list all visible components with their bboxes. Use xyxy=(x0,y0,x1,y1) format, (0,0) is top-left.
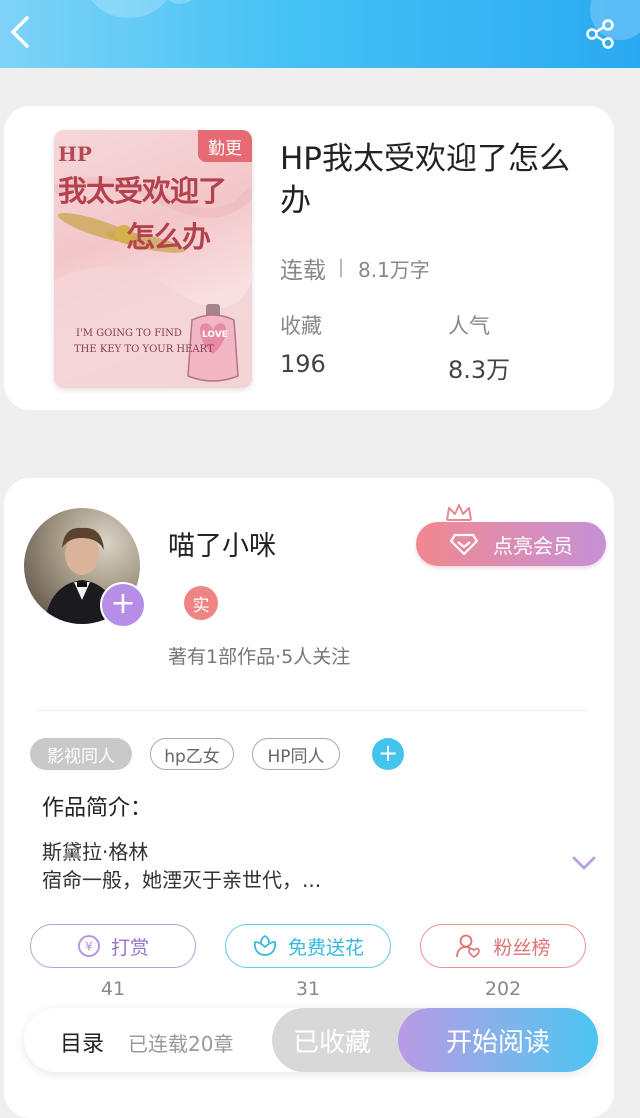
bottom-action-bar: 目录 已连载20章 已收藏 开始阅读 xyxy=(24,1008,598,1072)
book-info-card: 勤更 HP 我太受欢迎了 怎么办 I'M GOING TO FIND THE K… xyxy=(4,106,614,410)
fan-count: 202 xyxy=(484,978,522,1000)
cover-tagline-line1: I'M GOING TO FIND xyxy=(76,328,182,339)
intro-text-line1: 斯黛拉·格林 xyxy=(42,840,149,864)
popularity-label: 人气 xyxy=(448,314,490,338)
cover-title-line1: 我太受欢迎了 xyxy=(58,174,227,208)
update-badge: 勤更 xyxy=(198,130,252,162)
vip-membership-button[interactable]: 点亮会员 xyxy=(416,522,606,566)
diamond-icon xyxy=(449,533,479,556)
fan-ranking-label: 粉丝榜 xyxy=(493,936,551,959)
back-button[interactable] xyxy=(0,8,40,56)
chapter-count: 已连载20章 xyxy=(128,1032,234,1056)
send-flower-button[interactable]: 免费送花 xyxy=(225,924,391,968)
table-of-contents-button[interactable]: 目录 xyxy=(60,1026,104,1058)
follow-author-button[interactable]: + xyxy=(100,582,146,628)
share-icon xyxy=(586,19,614,49)
book-status-row: 连载 8.1万字 xyxy=(280,251,430,285)
collected-label: 已收藏 xyxy=(292,1027,371,1058)
intro-text-line2: 宿命一般，她湮灭于亲世代，... xyxy=(42,868,322,892)
tip-label: 打赏 xyxy=(110,936,149,959)
chevron-down-icon xyxy=(572,856,596,870)
flower-count: 31 xyxy=(295,978,321,1000)
cover-bottle-label: LOVE xyxy=(202,330,228,340)
word-count: 8.1万字 xyxy=(358,257,430,282)
popularity-value: 8.3万 xyxy=(448,356,511,384)
author-name[interactable]: 喵了小咪 xyxy=(168,524,276,563)
send-flower-label: 免费送花 xyxy=(287,936,364,959)
tip-count: 41 xyxy=(100,978,126,1000)
add-tag-button[interactable]: + xyxy=(372,738,404,770)
cover-hp-text: HP xyxy=(58,142,92,166)
serial-status: 连载 xyxy=(280,258,326,284)
author-stats: 著有1部作品·5人关注 xyxy=(168,646,351,668)
decorative-bubble xyxy=(84,0,174,18)
fan-ranking-button[interactable]: 粉丝榜 xyxy=(420,924,586,968)
intro-title: 作品简介： xyxy=(42,796,153,821)
favorites-label: 收藏 xyxy=(280,314,322,338)
user-heart-icon xyxy=(456,934,481,958)
status-divider xyxy=(340,259,342,277)
vip-button-label: 点亮会员 xyxy=(493,533,573,558)
yen-coin-icon: ¥ xyxy=(78,935,100,957)
header-bar xyxy=(0,0,640,68)
cover-title-line2: 怎么办 xyxy=(126,220,211,254)
favorites-value: 196 xyxy=(280,350,326,378)
genre-tag[interactable]: HP同人 xyxy=(252,738,340,770)
verified-badge: 实 xyxy=(184,586,218,620)
expand-intro-button[interactable] xyxy=(566,848,602,878)
section-divider xyxy=(38,710,588,711)
start-reading-button[interactable]: 开始阅读 xyxy=(398,1008,598,1072)
crown-icon xyxy=(446,504,472,521)
share-button[interactable] xyxy=(576,10,624,58)
flower-icon xyxy=(253,934,277,956)
cover-tagline-line2: THE KEY TO YOUR HEART xyxy=(74,344,214,355)
genre-tag[interactable]: 影视同人 xyxy=(30,738,132,770)
genre-tag[interactable]: hp乙女 xyxy=(150,738,234,770)
svg-text:¥: ¥ xyxy=(85,940,93,954)
chevron-left-icon xyxy=(11,16,29,48)
book-title: HP我太受欢迎了怎么办 xyxy=(280,141,571,219)
book-cover[interactable]: 勤更 HP 我太受欢迎了 怎么办 I'M GOING TO FIND THE K… xyxy=(54,130,252,388)
tip-button[interactable]: ¥ 打赏 xyxy=(30,924,196,968)
